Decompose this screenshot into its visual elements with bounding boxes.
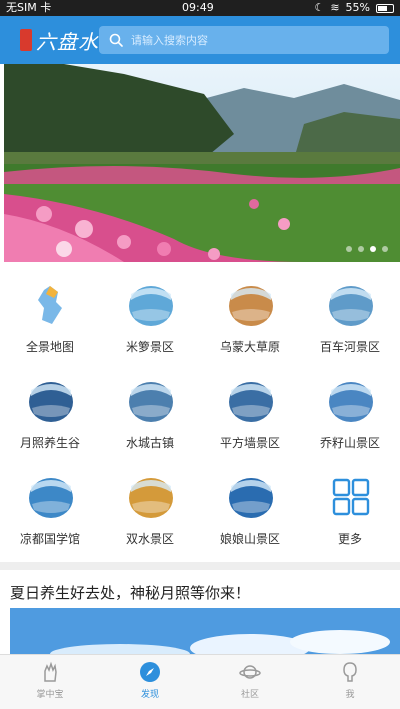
banner-image xyxy=(4,64,400,262)
carousel-indicators xyxy=(346,246,388,252)
carousel-dot[interactable] xyxy=(370,246,376,252)
grid-item-label: 娘娘山景区 xyxy=(219,532,280,546)
grid-item-label: 平方墙景区 xyxy=(219,436,280,450)
article-title[interactable]: 夏日养生好去处，神秘月照等你来！ xyxy=(10,582,250,603)
logo-text: 六盘水 xyxy=(36,29,99,54)
hand-icon xyxy=(44,661,57,682)
grid-item[interactable]: 水城古镇 xyxy=(100,366,200,458)
moon-icon: ☾ xyxy=(314,1,325,14)
grid-item[interactable]: 百车河景区 xyxy=(300,270,400,362)
grid-item[interactable]: 月照养生谷 xyxy=(0,366,100,458)
scenic-thumb xyxy=(129,286,173,326)
grid-item-label: 乔籽山景区 xyxy=(319,436,380,450)
wifi-icon: ≋ xyxy=(330,1,340,14)
grid-item[interactable]: 双水景区 xyxy=(100,462,200,554)
scenic-thumb xyxy=(229,286,273,326)
battery-icon xyxy=(376,3,394,13)
tab-label: 社区 xyxy=(240,690,259,700)
grid-item-label: 乌蒙大草原 xyxy=(219,340,280,354)
tab-label: 我 xyxy=(345,690,355,700)
planet-icon xyxy=(239,665,261,679)
grid-item-label: 凉都国学馆 xyxy=(19,532,80,546)
grid-item[interactable]: 米箩景区 xyxy=(100,270,200,362)
app-header: 六盘水 xyxy=(0,16,400,64)
scenic-thumb xyxy=(129,382,173,422)
status-bar: 无SIM 卡 09:49 ☾ ≋ 55% xyxy=(0,0,400,16)
tab-label: 掌中宝 xyxy=(36,690,64,700)
scenic-grid: 全景地图 米箩景区 乌蒙大草原 百车河景区月照养生谷 水城古镇 平方墙景区 乔籽山景区凉都国… xyxy=(0,270,400,560)
search-bar[interactable] xyxy=(99,26,389,54)
clock-text: 09:49 xyxy=(182,1,214,14)
more-grid-icon xyxy=(332,478,370,516)
grid-item[interactable]: 全景地图 xyxy=(0,270,100,362)
battery-percent: 55% xyxy=(345,1,370,14)
search-input[interactable] xyxy=(131,28,381,52)
grid-item-label: 百车河景区 xyxy=(319,340,380,354)
grid-item-label: 水城古镇 xyxy=(125,436,174,450)
grid-item-label: 全景地图 xyxy=(25,340,74,354)
grid-item[interactable]: 平方墙景区 xyxy=(200,366,300,458)
article-image[interactable] xyxy=(10,608,400,658)
tab-compass[interactable]: 发现 xyxy=(100,661,200,707)
banner-carousel[interactable] xyxy=(4,64,400,262)
status-icons: ☾ ≋ 55% xyxy=(314,0,394,16)
tab-user[interactable]: 我 xyxy=(300,661,400,707)
carousel-dot[interactable] xyxy=(382,246,388,252)
compass-icon xyxy=(140,662,160,682)
scenic-thumb xyxy=(229,478,273,518)
logo-seal-icon xyxy=(20,29,32,51)
map-icon xyxy=(38,286,62,324)
carousel-dot[interactable] xyxy=(358,246,364,252)
grid-item-label: 双水景区 xyxy=(125,532,174,546)
grid-item[interactable]: 更多 xyxy=(300,462,400,554)
tab-hand[interactable]: 掌中宝 xyxy=(0,661,100,707)
article-image-picture xyxy=(10,608,400,658)
grid-item[interactable]: 乔籽山景区 xyxy=(300,366,400,458)
app-logo[interactable]: 六盘水 xyxy=(20,25,99,55)
grid-item[interactable]: 娘娘山景区 xyxy=(200,462,300,554)
scenic-thumb xyxy=(29,382,73,422)
section-divider xyxy=(0,562,400,570)
carousel-dot[interactable] xyxy=(346,246,352,252)
scenic-thumb xyxy=(29,478,73,518)
scenic-thumb xyxy=(229,382,273,422)
bottom-tab-bar: 掌中宝 发现 社区 我 xyxy=(0,654,400,709)
scenic-thumb xyxy=(129,478,173,518)
scenic-thumb xyxy=(329,382,373,422)
carrier-text: 无SIM 卡 xyxy=(6,1,52,14)
grid-item-label: 米箩景区 xyxy=(125,340,174,354)
grid-item[interactable]: 乌蒙大草原 xyxy=(200,270,300,362)
tab-label: 发现 xyxy=(140,690,159,700)
tab-planet[interactable]: 社区 xyxy=(200,661,300,707)
user-icon xyxy=(343,662,357,682)
scenic-thumb xyxy=(329,286,373,326)
grid-item-label: 更多 xyxy=(337,532,362,546)
search-icon xyxy=(109,33,123,47)
grid-item[interactable]: 凉都国学馆 xyxy=(0,462,100,554)
grid-item-label: 月照养生谷 xyxy=(19,436,80,450)
